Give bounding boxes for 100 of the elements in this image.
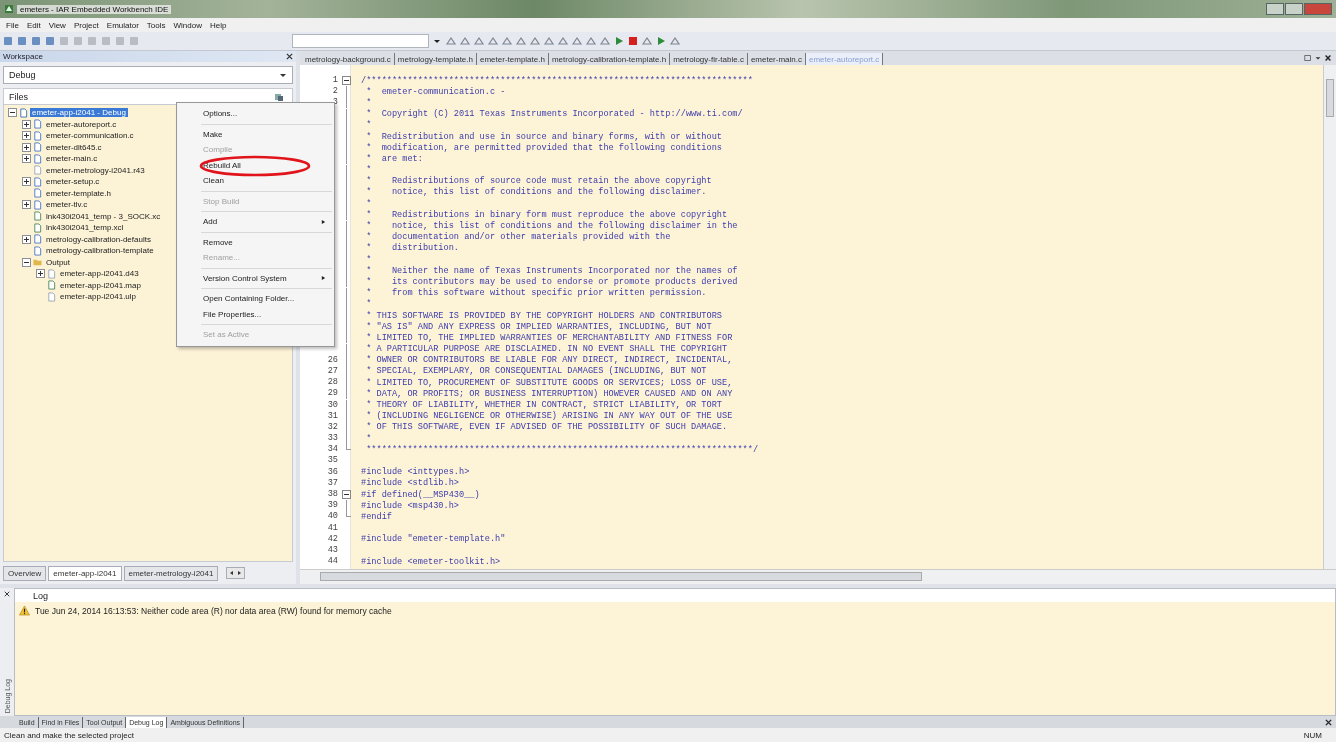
tree-item[interactable]: metrology-calibration-template xyxy=(44,246,156,256)
code-line: * from this software without specific prior written permission. xyxy=(365,288,707,299)
menu-item[interactable]: File Properties... xyxy=(177,306,334,322)
tree-item[interactable]: emeter-setup.c xyxy=(44,177,102,187)
file-icon xyxy=(33,234,42,245)
run-icon[interactable] xyxy=(655,35,667,47)
tree-item[interactable]: lnk430i2041_temp.xcl xyxy=(44,223,126,233)
close-icon[interactable] xyxy=(1325,718,1332,726)
expand-toggle[interactable] xyxy=(22,234,31,244)
tree-item[interactable]: emeter-template.h xyxy=(44,188,113,198)
code-line: * OF THIS SOFTWARE, EVEN IF ADVISED OF THE POSSIBILITY OF SUCH DAMAGE. xyxy=(365,422,728,433)
fold-toggle[interactable] xyxy=(342,75,350,87)
code-line: * LIMITED TO, THE IMPLIED WARRANTIES OF MERCHANTABILITY AND FITNESS FOR xyxy=(365,332,733,343)
menu-item[interactable]: Make xyxy=(177,126,334,142)
tab-scroll-buttons[interactable] xyxy=(226,567,246,579)
menu-item[interactable]: Window xyxy=(169,20,206,30)
menu-item[interactable]: Version Control System xyxy=(177,270,334,286)
code-line: * OWNER OR CONTRIBUTORS BE LIABLE FOR ANY DIRECT, INDIRECT, INCIDENTAL, xyxy=(365,355,733,366)
code-line: * xyxy=(365,97,372,108)
menu-item[interactable]: Tools xyxy=(142,20,170,30)
menu-item[interactable]: Edit xyxy=(22,20,45,30)
expand-toggle[interactable] xyxy=(22,154,31,164)
toolbar-combo-field[interactable] xyxy=(292,34,429,48)
expand-toggle[interactable] xyxy=(22,177,31,187)
line-number: 2 xyxy=(332,86,338,97)
menu-item[interactable]: File xyxy=(2,20,23,30)
close-icon[interactable] xyxy=(286,53,293,60)
file-icon xyxy=(19,107,28,118)
code-line: * xyxy=(365,299,372,310)
vertical-scrollbar[interactable] xyxy=(1323,65,1336,569)
close-icon[interactable] xyxy=(4,591,10,597)
left-arrow-icon[interactable] xyxy=(229,570,236,576)
tree-item[interactable]: emeter-app-i2041.d43 xyxy=(58,269,141,279)
code-line: #include <msp430.h> xyxy=(361,500,459,511)
line-number: 33 xyxy=(327,433,338,444)
right-arrow-icon[interactable] xyxy=(236,570,243,576)
tree-item[interactable]: metrology-calibration-defaults xyxy=(44,234,153,244)
tree-item[interactable]: Output xyxy=(44,257,72,267)
menu-item[interactable]: Project xyxy=(69,20,103,30)
expand-toggle[interactable] xyxy=(8,108,17,118)
menu-item[interactable]: Help xyxy=(205,20,231,30)
expand-toggle[interactable] xyxy=(22,142,31,152)
code-line: * SPECIAL, EXEMPLARY, OR CONSEQUENTIAL DAMAGES (INCLUDING, BUT NOT xyxy=(365,366,707,377)
line-number: 34 xyxy=(327,444,338,455)
code-line: * documentation and/or other materials provided with the xyxy=(365,232,671,243)
menu-item[interactable]: Open Containing Folder... xyxy=(177,291,334,307)
code-line: * emeter-communication.c - xyxy=(365,86,506,97)
menu-item[interactable]: Options... xyxy=(177,106,334,122)
menu-item[interactable]: Add xyxy=(177,214,334,230)
menu-item[interactable]: View xyxy=(44,20,70,30)
menu-item[interactable]: Emulator xyxy=(102,20,143,30)
workspace-tab[interactable]: emeter-app-i2041 xyxy=(48,565,122,581)
fold-toggle[interactable] xyxy=(342,489,350,501)
line-number: 31 xyxy=(327,410,338,421)
tree-item[interactable]: emeter-app-i2041.map xyxy=(58,280,143,290)
menu-item[interactable]: Clean xyxy=(177,173,334,189)
stop-icon[interactable] xyxy=(627,35,639,47)
submenu-arrow-icon xyxy=(321,275,326,282)
expand-toggle[interactable] xyxy=(22,119,31,129)
expand-toggle[interactable] xyxy=(22,200,31,210)
tree-item[interactable]: emeter-tlv.c xyxy=(44,200,90,210)
menu-item[interactable]: Rebuild All xyxy=(177,157,334,173)
menu-item[interactable]: Remove xyxy=(177,234,334,250)
code-line: * xyxy=(365,198,372,209)
code-line: * xyxy=(365,120,372,131)
line-number: 44 xyxy=(327,556,338,567)
line-number: 26 xyxy=(327,354,338,365)
code-line: * xyxy=(365,433,372,444)
expand-toggle[interactable] xyxy=(22,257,31,267)
code-line: * Redistribution and use in source and binary forms, with or without xyxy=(365,131,722,142)
workspace-tab[interactable]: Overview xyxy=(3,565,47,581)
tree-item[interactable]: emeter-communication.c xyxy=(44,131,136,141)
configuration-dropdown[interactable]: Debug xyxy=(3,66,293,84)
tree-item[interactable]: emeter-app-i2041.ulp xyxy=(58,292,139,302)
tree-item[interactable]: emeter-app-i2041 - Debug xyxy=(30,108,128,118)
dropdown-arrow-icon[interactable] xyxy=(1314,54,1322,62)
line-number: 32 xyxy=(327,421,338,432)
code-line: * distribution. xyxy=(365,243,459,254)
line-number: 1 xyxy=(332,75,338,86)
code-line: * notice, this list of conditions and the following disclaimer. xyxy=(365,187,707,198)
horizontal-scrollbar[interactable] xyxy=(300,569,1336,584)
code-line: * xyxy=(365,165,372,176)
workspace-tab[interactable]: emeter-metrology-i2041 xyxy=(123,565,219,581)
code-line: * Copyright (C) 2011 Texas Instruments Incorporated - http://www.ti.com/ xyxy=(365,109,743,120)
line-number: 27 xyxy=(327,365,338,376)
line-number: 37 xyxy=(327,477,338,488)
tree-item[interactable]: emeter-autoreport.c xyxy=(44,119,119,129)
minimize-button[interactable] xyxy=(1266,3,1284,15)
tree-item[interactable]: emeter-main.c xyxy=(44,154,100,164)
close-icon[interactable] xyxy=(1324,54,1332,62)
tree-item[interactable]: emeter-metrology-i2041.r43 xyxy=(44,165,147,175)
code-line: * Neither the name of Texas Instruments Incorporated nor the names of xyxy=(365,265,738,276)
window-title: emeters - IAR Embedded Workbench IDE xyxy=(17,4,172,14)
maximize-button[interactable] xyxy=(1285,3,1303,15)
tree-item[interactable]: emeter-dlt645.c xyxy=(44,142,104,152)
expand-toggle[interactable] xyxy=(22,131,31,141)
file-icon xyxy=(33,165,42,176)
tree-item[interactable]: lnk430i2041_temp - 3_SOCK.xc xyxy=(44,211,163,221)
code-line: #endif xyxy=(361,511,392,522)
expand-toggle[interactable] xyxy=(36,269,45,279)
